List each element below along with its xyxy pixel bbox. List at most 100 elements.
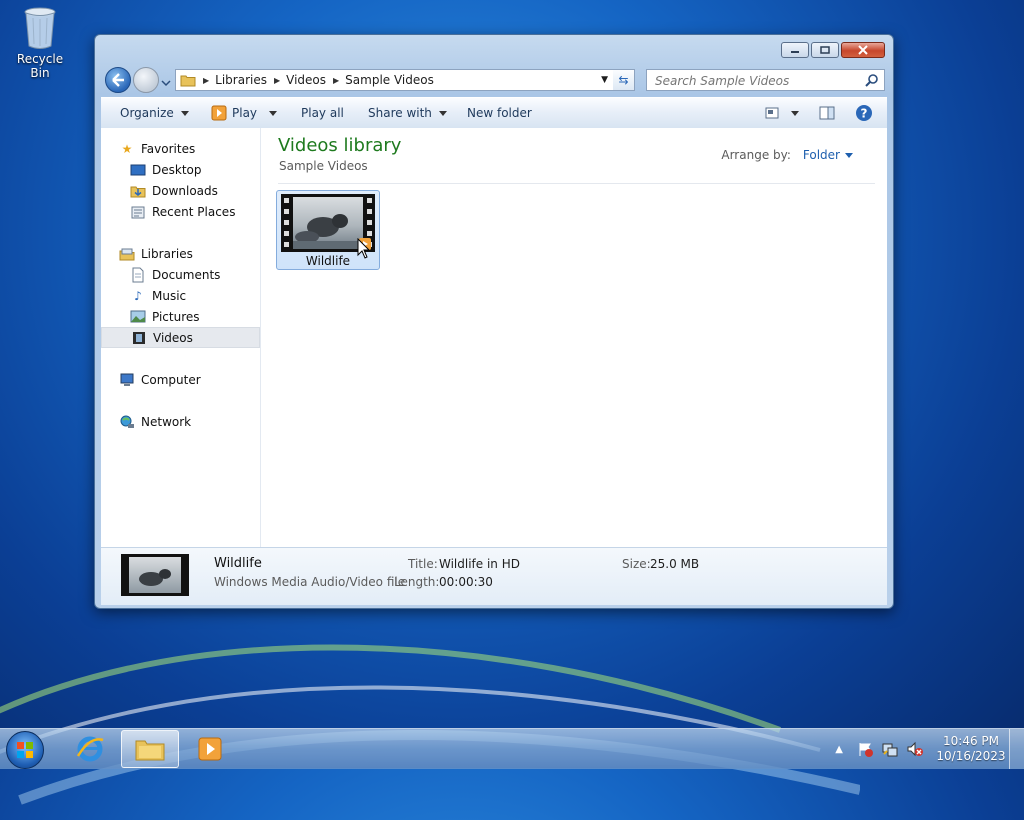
breadcrumb-separator-icon: ▶ [203,75,210,85]
breadcrumb-separator-icon: ▶ [273,75,281,85]
close-button[interactable] [841,42,885,58]
system-tray: ▲ 10:46 PM 10/16/2023 [835,729,1024,769]
details-size-value: 25.0 MB [650,557,700,571]
nav-computer[interactable]: Computer [101,369,278,390]
play-all-label: Play all [301,106,344,120]
back-arrow-icon [112,73,124,87]
explorer-folder-icon [135,740,165,761]
breadcrumb-videos[interactable]: Videos [286,73,326,87]
nav-downloads-label: Downloads [152,183,218,198]
header-divider [278,183,875,184]
nav-recent-places-label: Recent Places [152,204,236,219]
clock[interactable]: 10:46 PM 10/16/2023 [933,734,1009,764]
breadcrumb-libraries[interactable]: Libraries [215,73,267,87]
details-size-label: Size: [622,557,651,571]
arrange-by-dropdown[interactable]: Folder [803,148,853,162]
volume-muted-icon[interactable] [907,741,923,757]
details-title-value[interactable]: Wildlife in HD [439,557,520,571]
internet-explorer-icon [76,736,104,762]
organize-button[interactable]: Organize [120,98,189,128]
details-file-name: Wildlife [214,556,262,571]
show-desktop-button[interactable] [1009,729,1024,769]
new-folder-label: New folder [467,106,532,120]
nav-favorites[interactable]: ★ Favorites [101,138,278,159]
play-all-button[interactable]: Play all [301,98,344,128]
taskbar-internet-explorer[interactable] [61,730,119,768]
command-bar: Organize Play Play all Share with New fo… [101,97,887,129]
recycle-bin-icon [23,6,57,50]
arrange-by-value: Folder [802,148,840,162]
taskbar-windows-explorer[interactable] [121,730,179,768]
caption-buttons [779,42,885,58]
search-box[interactable] [646,69,885,91]
maximize-button[interactable] [811,42,839,58]
recent-pages-dropdown[interactable] [161,76,171,90]
minimize-button[interactable] [781,42,809,58]
taskbar: ▲ 10:46 PM 10/16/2023 [0,728,1024,769]
library-title: Videos library [278,135,402,156]
star-icon: ★ [121,141,133,156]
help-icon: ? [856,105,872,121]
play-label: Play [232,106,258,120]
navigation-bar: ▶ Libraries ▶ Videos ▶ Sample Videos ▼ ⇆ [103,67,885,93]
forward-button[interactable] [133,67,159,93]
address-bar[interactable]: ▶ Libraries ▶ Videos ▶ Sample Videos ▼ [175,69,635,91]
refresh-button[interactable]: ⇆ [613,69,635,91]
windows-logo-icon [17,742,33,758]
nav-videos-label: Videos [153,330,193,345]
nav-music-label: Music [152,288,187,303]
nav-pictures-label: Pictures [152,309,200,324]
details-length-value: 00:00:30 [439,575,493,589]
start-button[interactable] [6,731,44,769]
chevron-down-icon [161,80,171,87]
address-history-dropdown[interactable]: ▼ [601,75,608,85]
details-thumbnail [121,554,189,596]
organize-label: Organize [120,106,174,120]
svg-text:?: ? [861,107,868,121]
search-input[interactable] [653,71,857,91]
nav-network[interactable]: Network [101,411,278,432]
network-status-icon[interactable] [882,741,898,757]
action-center-flag-icon[interactable] [857,741,873,757]
play-button[interactable]: Play [211,98,278,128]
breadcrumb-separator-icon: ▶ [333,75,340,85]
nav-libraries[interactable]: Libraries [101,243,278,264]
taskbar-media-player[interactable] [181,730,239,768]
change-view-button[interactable] [765,98,799,128]
chevron-down-icon [269,110,278,116]
search-icon [865,74,878,87]
clock-time: 10:46 PM [943,734,999,748]
file-view: Videos library Sample Videos Arrange by:… [261,128,887,547]
recent-places-icon [130,205,146,219]
file-item-wildlife[interactable]: Wildlife [276,190,380,270]
pictures-icon [130,310,146,324]
library-subtitle: Sample Videos [279,159,368,173]
nav-documents-label: Documents [152,267,221,282]
close-icon [858,45,868,55]
arrange-by-label: Arrange by: [721,148,791,162]
computer-icon [119,373,135,387]
share-with-button[interactable]: Share with [368,98,447,128]
details-title-label: Title: [408,557,438,571]
chevron-down-icon [791,110,799,116]
nav-desktop-label: Desktop [152,162,202,177]
chevron-down-icon [180,110,189,116]
wildlife-scene [293,197,363,249]
view-icon [765,107,779,119]
new-folder-button[interactable]: New folder [467,98,532,128]
details-pane: Wildlife Windows Media Audio/Video file … [101,547,887,605]
folder-icon [180,75,196,87]
nav-videos[interactable]: Videos [101,327,260,348]
nav-network-label: Network [141,414,192,429]
help-button[interactable]: ? [855,98,873,128]
back-button[interactable] [105,67,131,93]
show-hidden-icons-button[interactable]: ▲ [835,744,843,755]
breadcrumb-sample-videos[interactable]: Sample Videos [345,73,434,87]
music-note-icon: ♪ [134,288,142,303]
preview-pane-button[interactable] [819,98,835,128]
media-player-icon [198,737,222,761]
recycle-bin-label: Recycle Bin [16,52,64,80]
network-globe-icon [119,415,135,429]
recycle-bin[interactable]: Recycle Bin [6,6,74,80]
arrange-by: Arrange by: Folder [721,148,853,162]
